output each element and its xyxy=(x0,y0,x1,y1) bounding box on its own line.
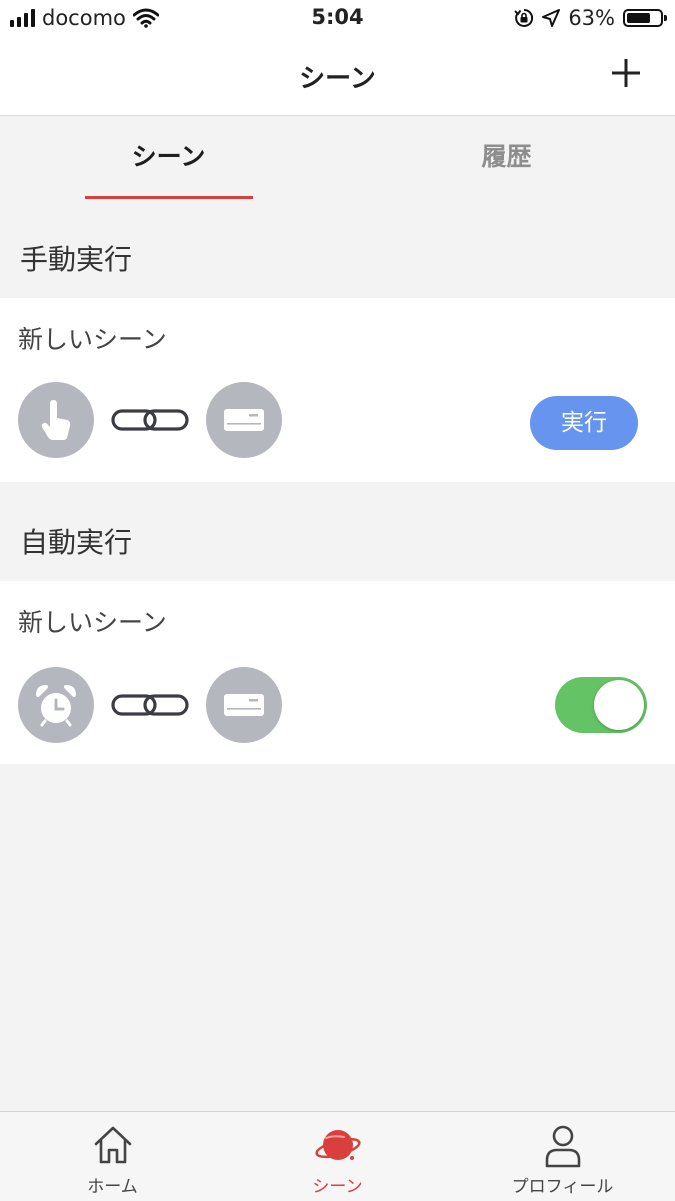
bottom-nav: ホーム シーン プロフィール xyxy=(0,1111,675,1201)
toggle-knob xyxy=(594,680,644,730)
nav-profile[interactable]: プロフィール xyxy=(450,1112,675,1201)
run-button[interactable]: 実行 xyxy=(530,396,638,450)
battery-percent: 63% xyxy=(568,6,615,30)
tab-bar: シーン 履歴 xyxy=(0,116,675,200)
nav-label-profile: プロフィール xyxy=(511,1177,614,1197)
section-title-manual: 手動実行 xyxy=(20,243,133,276)
status-right: 63% xyxy=(514,5,667,31)
home-icon xyxy=(94,1126,131,1164)
profile-icon xyxy=(545,1125,580,1168)
page-title: シーン xyxy=(299,64,376,94)
air-conditioner-icon xyxy=(206,382,282,458)
tap-hand-icon xyxy=(18,382,94,458)
plus-icon xyxy=(612,59,640,87)
nav-home[interactable]: ホーム xyxy=(0,1112,225,1201)
link-chain-icon xyxy=(94,382,206,458)
manual-scene-card[interactable]: 新しいシーン 実行 xyxy=(0,298,675,482)
auto-scene-card[interactable]: 新しいシーン xyxy=(0,581,675,764)
auto-scene-toggle[interactable] xyxy=(555,677,647,733)
app-header: シーン xyxy=(0,38,675,116)
scene-name: 新しいシーン xyxy=(18,608,167,637)
scene-planet-icon xyxy=(314,1130,361,1160)
scene-icon-row xyxy=(18,382,282,458)
location-arrow-icon xyxy=(542,9,561,27)
battery-icon xyxy=(623,9,667,27)
tab-history[interactable]: 履歴 xyxy=(338,116,675,200)
link-chain-icon xyxy=(94,667,206,743)
section-title-auto: 自動実行 xyxy=(20,526,133,559)
air-conditioner-icon xyxy=(206,667,282,743)
scene-name: 新しいシーン xyxy=(18,325,167,354)
alarm-clock-icon xyxy=(18,667,94,743)
status-bar: docomo 5:04 63% xyxy=(0,0,675,38)
nav-label-scene: シーン xyxy=(312,1177,363,1197)
scene-icon-row xyxy=(18,667,282,743)
rotation-lock-icon xyxy=(514,8,534,27)
add-scene-button[interactable] xyxy=(609,56,643,90)
nav-scene[interactable]: シーン xyxy=(225,1112,450,1201)
active-tab-indicator xyxy=(85,196,253,199)
battery-fill xyxy=(627,13,650,23)
tab-scene[interactable]: シーン xyxy=(0,116,337,200)
nav-label-home: ホーム xyxy=(87,1177,138,1197)
